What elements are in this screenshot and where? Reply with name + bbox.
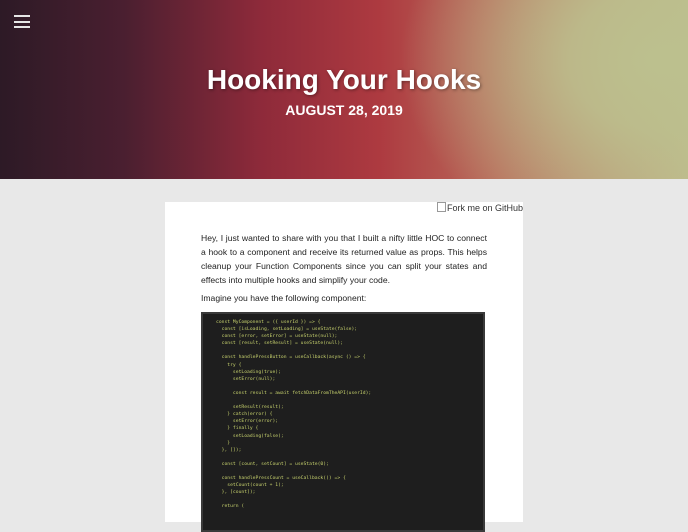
code-line: setResult(result); <box>216 405 284 411</box>
code-line: } <box>216 440 231 446</box>
code-line: }, [count]); <box>216 490 256 496</box>
fork-label: Fork me on GitHub <box>446 203 523 213</box>
code-line: const result = await fetchDataFromTheAPI… <box>216 390 372 396</box>
code-line: setLoading(false); <box>216 433 284 439</box>
code-line: const handlePressCount = useCallback(() … <box>216 476 346 482</box>
code-line: } catch(error) { <box>216 412 273 418</box>
code-line: } finally { <box>216 426 259 432</box>
lead-paragraph: Imagine you have the following component… <box>201 293 367 303</box>
code-line: }, []); <box>216 447 242 453</box>
post-date: AUGUST 28, 2019 <box>285 102 403 118</box>
hamburger-menu-icon[interactable] <box>14 15 30 28</box>
broken-image-icon <box>436 202 446 212</box>
code-line: const handlePressButton = useCallback(as… <box>216 355 366 361</box>
code-line: const [isLoading, setLoading] = useState… <box>216 327 358 333</box>
intro-paragraph: Hey, I just wanted to share with you tha… <box>201 233 487 285</box>
code-line: setError(error); <box>216 419 279 425</box>
code-line: return ( <box>216 504 245 510</box>
code-line: setError(null); <box>216 376 276 382</box>
code-line: const [error, setError] = useState(null)… <box>216 334 338 340</box>
code-block: const MyComponent = ({ userId }) => { co… <box>201 312 485 532</box>
post-card: Fork me on GitHub Hey, I just wanted to … <box>165 202 523 532</box>
code-line: const [count, setCount] = useState(0); <box>216 461 329 467</box>
code-line: const MyComponent = ({ userId }) => { <box>216 320 321 325</box>
page-title: Hooking Your Hooks <box>206 64 482 95</box>
code-line: setCount(count + 1); <box>216 483 284 489</box>
fork-on-github-link[interactable]: Fork me on GitHub <box>436 202 523 213</box>
header-banner: Hooking Your Hooks AUGUST 28, 2019 <box>0 0 688 179</box>
code-line: setLoading(true); <box>216 369 281 375</box>
code-line: try { <box>216 362 242 368</box>
code-line: const [result, setResult] = useState(nul… <box>216 341 343 347</box>
